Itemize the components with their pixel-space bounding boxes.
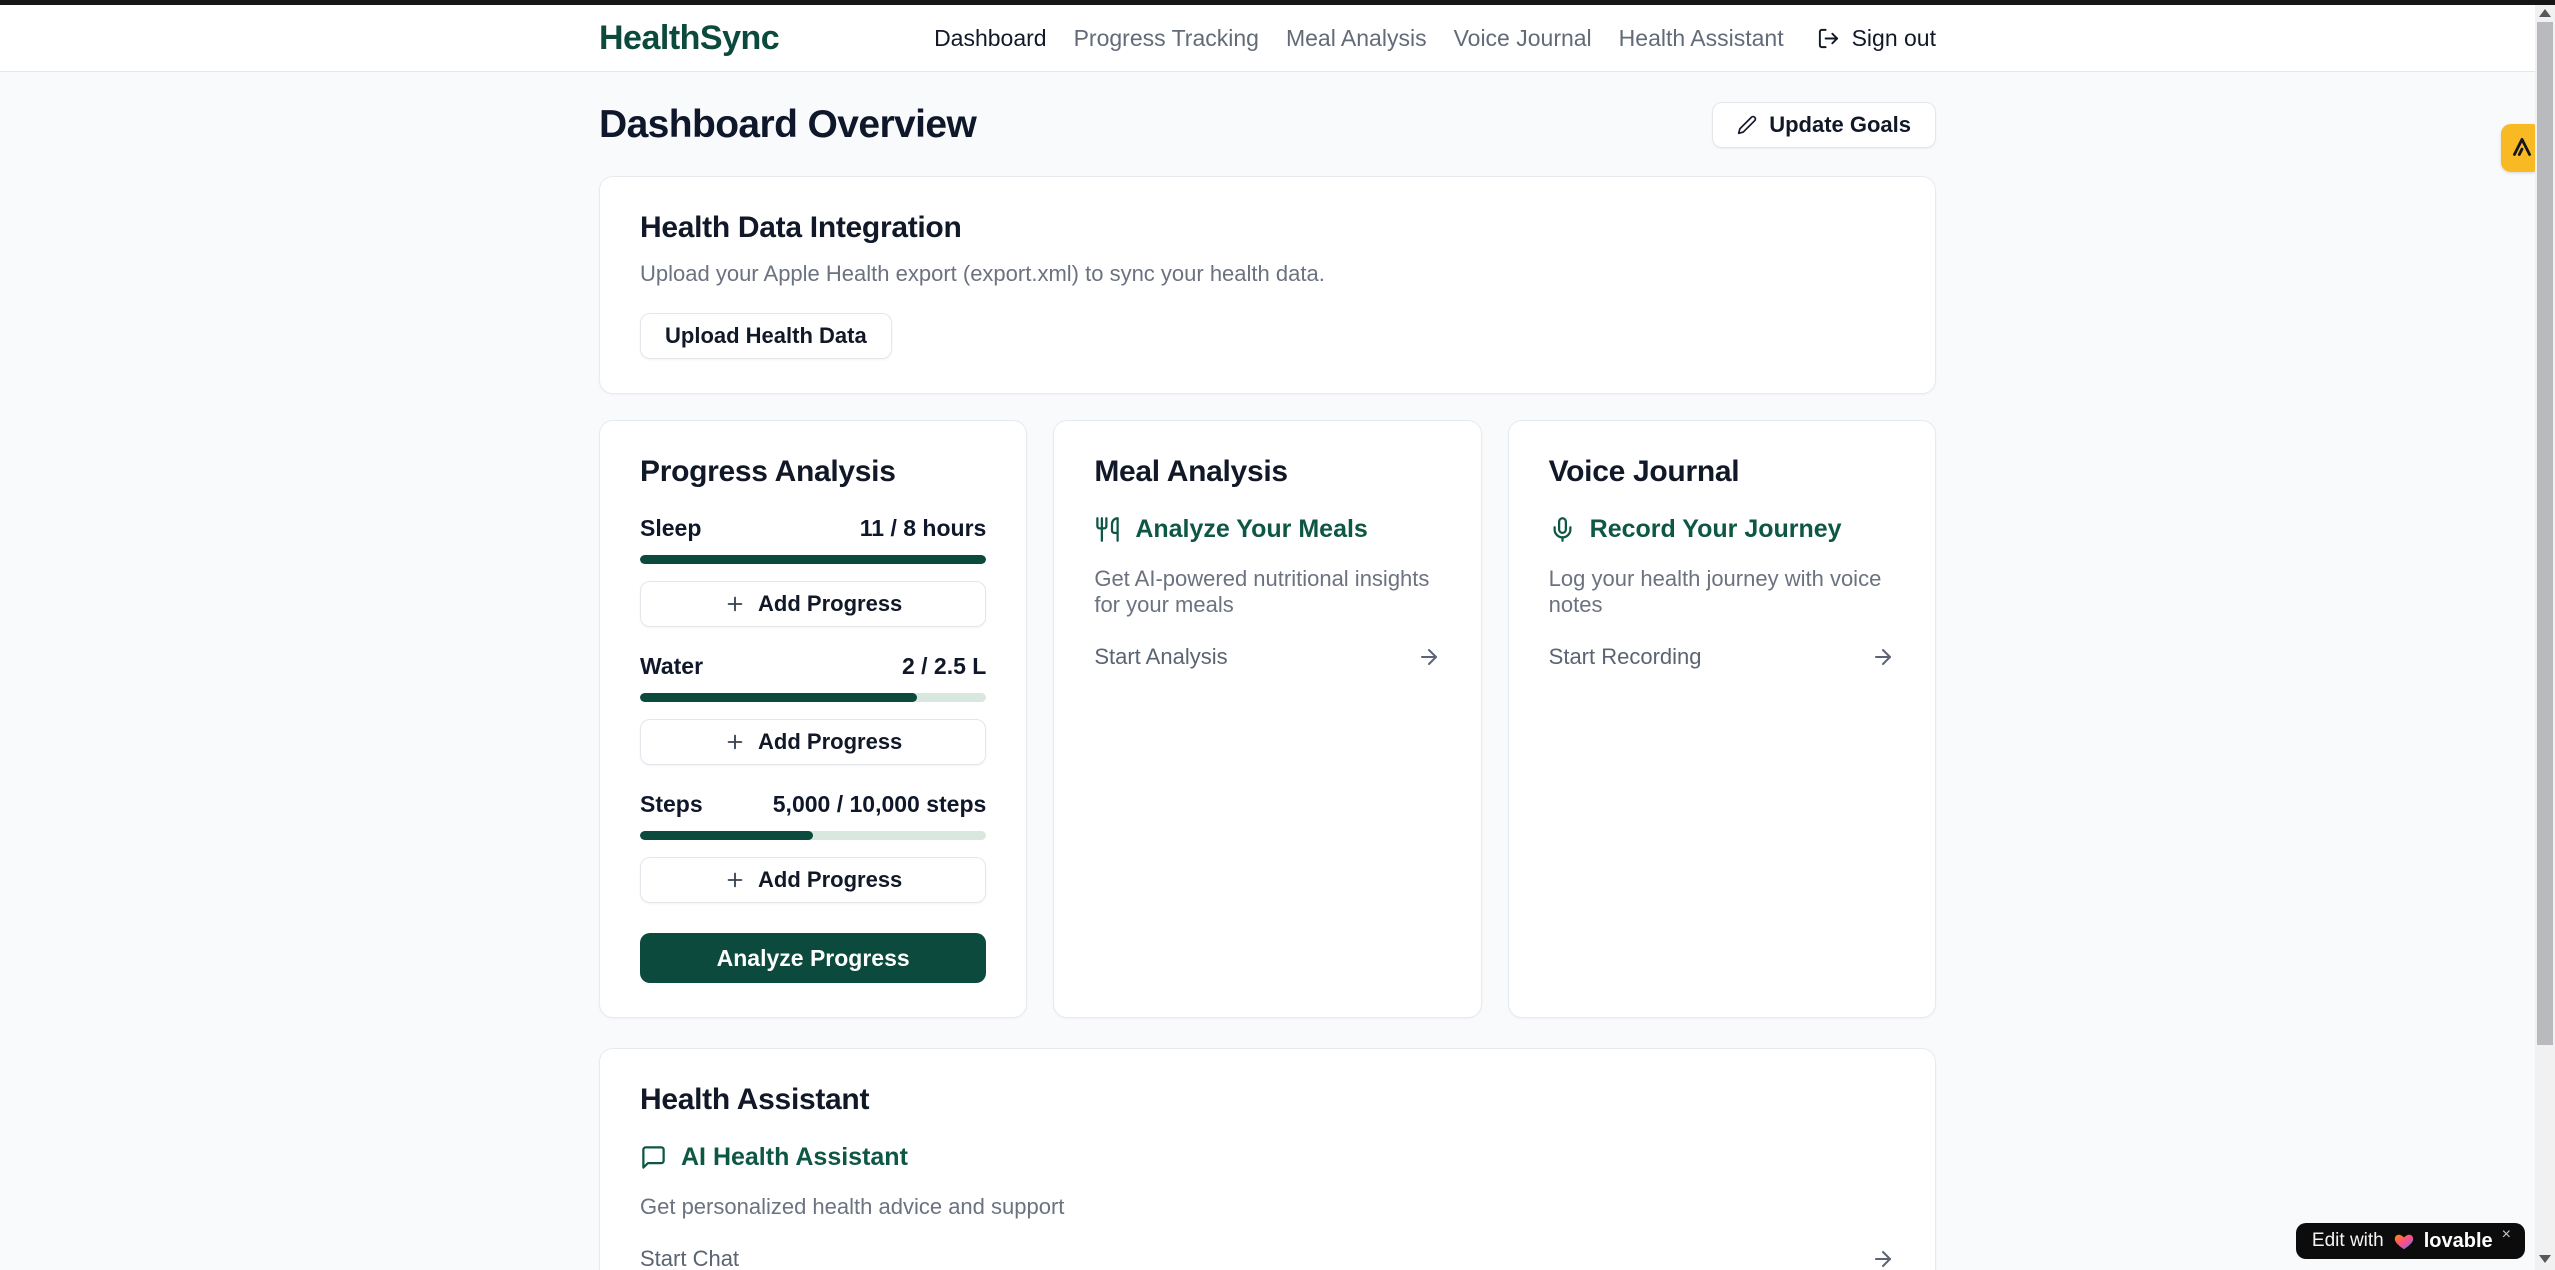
water-value: 2 / 2.5 L <box>902 653 986 680</box>
scrollbar-up-arrow[interactable] <box>2535 5 2555 21</box>
progress-analysis-title: Progress Analysis <box>640 455 986 489</box>
meal-analysis-card: Meal Analysis Analyze Your Meals Get AI-… <box>1053 420 1481 1018</box>
meal-description: Get AI-powered nutritional insights for … <box>1094 566 1440 618</box>
update-goals-label: Update Goals <box>1769 112 1911 138</box>
main-nav: Dashboard Progress Tracking Meal Analysi… <box>934 25 1936 52</box>
microphone-icon <box>1549 516 1576 543</box>
utensils-icon <box>1094 516 1121 543</box>
start-analysis-label: Start Analysis <box>1094 644 1227 670</box>
arrow-right-icon <box>1417 645 1441 669</box>
health-data-description: Upload your Apple Health export (export.… <box>640 261 1895 287</box>
add-progress-sleep-button[interactable]: Add Progress <box>640 581 986 627</box>
extension-logo-icon <box>2509 135 2535 161</box>
voice-journal-title: Voice Journal <box>1549 455 1895 489</box>
nav-progress-tracking[interactable]: Progress Tracking <box>1074 25 1259 52</box>
nav-dashboard[interactable]: Dashboard <box>934 25 1047 52</box>
steps-value: 5,000 / 10,000 steps <box>773 791 987 818</box>
progress-row-sleep: Sleep 11 / 8 hours Add Progress <box>640 515 986 627</box>
nav-voice-journal[interactable]: Voice Journal <box>1454 25 1592 52</box>
water-progress-bar <box>640 693 986 702</box>
pencil-icon <box>1737 115 1757 135</box>
voice-description: Log your health journey with voice notes <box>1549 566 1895 618</box>
analyze-your-meals-link[interactable]: Analyze Your Meals <box>1094 515 1440 544</box>
start-chat-action[interactable]: Start Chat <box>640 1246 1895 1270</box>
health-data-integration-card: Health Data Integration Upload your Appl… <box>599 176 1936 394</box>
add-progress-label: Add Progress <box>758 729 902 755</box>
add-progress-label: Add Progress <box>758 591 902 617</box>
start-recording-label: Start Recording <box>1549 644 1702 670</box>
arrow-right-icon <box>1871 1247 1895 1270</box>
analyze-your-meals-label: Analyze Your Meals <box>1135 515 1368 544</box>
arrow-right-icon <box>1871 645 1895 669</box>
window-top-strip <box>0 0 2555 5</box>
vertical-scrollbar[interactable] <box>2535 5 2555 1270</box>
analyze-progress-button[interactable]: Analyze Progress <box>640 933 986 983</box>
health-assistant-card: Health Assistant AI Health Assistant Get… <box>599 1048 1936 1270</box>
ai-health-assistant-label: AI Health Assistant <box>681 1143 908 1172</box>
log-out-icon <box>1817 27 1840 50</box>
upload-health-data-button[interactable]: Upload Health Data <box>640 313 892 359</box>
update-goals-button[interactable]: Update Goals <box>1712 102 1936 148</box>
page-title: Dashboard Overview <box>599 103 976 147</box>
add-progress-label: Add Progress <box>758 867 902 893</box>
start-recording-action[interactable]: Start Recording <box>1549 644 1895 670</box>
start-analysis-action[interactable]: Start Analysis <box>1094 644 1440 670</box>
progress-row-steps: Steps 5,000 / 10,000 steps Add Progress <box>640 791 986 903</box>
top-navbar: HealthSync Dashboard Progress Tracking M… <box>0 5 2535 72</box>
sign-out-label: Sign out <box>1852 25 1936 52</box>
progress-row-water: Water 2 / 2.5 L Add Progress <box>640 653 986 765</box>
steps-label: Steps <box>640 791 703 818</box>
nav-meal-analysis[interactable]: Meal Analysis <box>1286 25 1427 52</box>
nav-health-assistant[interactable]: Health Assistant <box>1619 25 1784 52</box>
lovable-brand-label: lovable <box>2424 1230 2493 1253</box>
record-your-journey-label: Record Your Journey <box>1590 515 1842 544</box>
add-progress-water-button[interactable]: Add Progress <box>640 719 986 765</box>
lovable-prefix: Edit with <box>2312 1230 2384 1252</box>
progress-analysis-card: Progress Analysis Sleep 11 / 8 hours Add… <box>599 420 1027 1018</box>
plus-icon <box>724 593 746 615</box>
record-your-journey-link[interactable]: Record Your Journey <box>1549 515 1895 544</box>
sleep-value: 11 / 8 hours <box>860 515 987 542</box>
voice-journal-card: Voice Journal Record Your Journey Log yo… <box>1508 420 1936 1018</box>
sleep-label: Sleep <box>640 515 701 542</box>
assistant-description: Get personalized health advice and suppo… <box>640 1194 1895 1220</box>
scrollbar-thumb[interactable] <box>2537 22 2553 1045</box>
steps-progress-bar <box>640 831 986 840</box>
meal-analysis-title: Meal Analysis <box>1094 455 1440 489</box>
plus-icon <box>724 731 746 753</box>
app-window: HealthSync Dashboard Progress Tracking M… <box>0 5 2535 1270</box>
edit-with-lovable-badge[interactable]: Edit with lovable × <box>2296 1223 2525 1259</box>
add-progress-steps-button[interactable]: Add Progress <box>640 857 986 903</box>
lovable-close-icon[interactable]: × <box>2502 1226 2511 1244</box>
health-data-title: Health Data Integration <box>640 211 1895 245</box>
chat-bubble-icon <box>640 1144 667 1171</box>
ai-health-assistant-link[interactable]: AI Health Assistant <box>640 1143 1895 1172</box>
brand-logo[interactable]: HealthSync <box>599 19 779 58</box>
lovable-heart-icon <box>2393 1230 2415 1252</box>
sleep-progress-bar <box>640 555 986 564</box>
scrollbar-down-arrow[interactable] <box>2535 1251 2555 1267</box>
start-chat-label: Start Chat <box>640 1246 739 1270</box>
health-assistant-title: Health Assistant <box>640 1083 1895 1117</box>
plus-icon <box>724 869 746 891</box>
sign-out-button[interactable]: Sign out <box>1817 25 1936 52</box>
water-label: Water <box>640 653 703 680</box>
